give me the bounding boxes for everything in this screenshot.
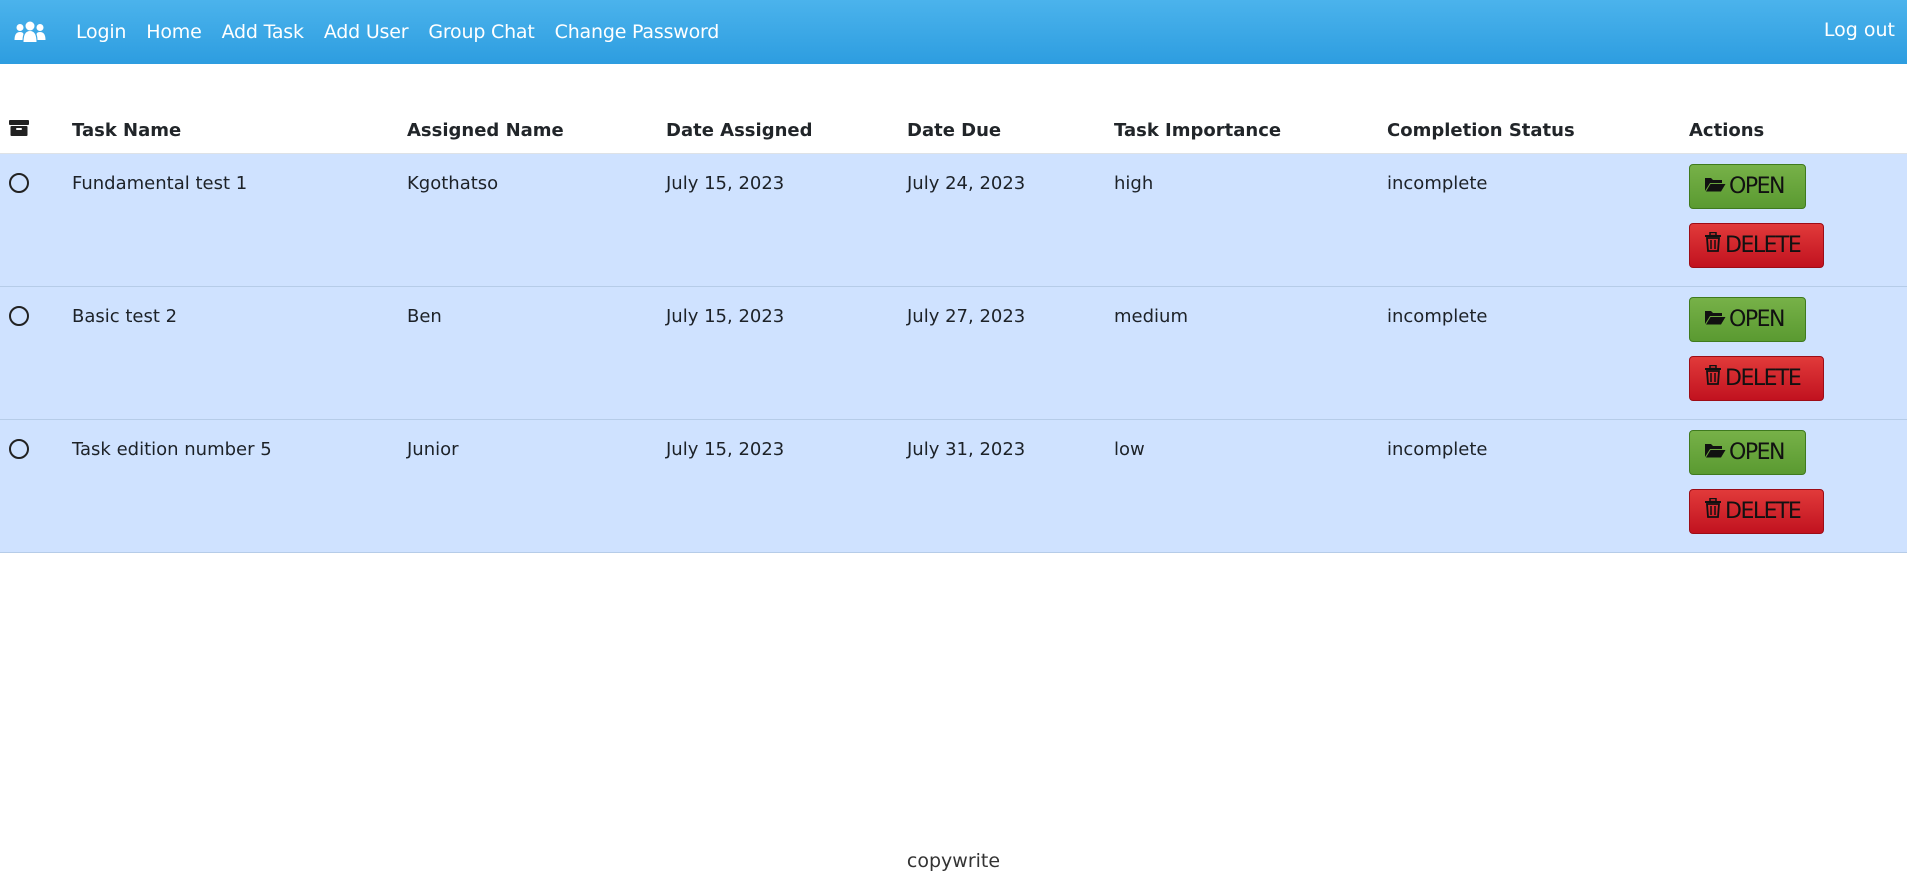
row-select-radio[interactable] [9, 172, 29, 193]
actions-cell: OPEN DELETE [1689, 419, 1907, 553]
delete-button-label: DELETE [1725, 232, 1802, 258]
trash-icon [1704, 497, 1725, 524]
header-assigned-name: Assigned Name [407, 108, 666, 154]
folder-open-icon [1704, 307, 1729, 332]
row-select-radio[interactable] [9, 438, 29, 459]
actions-cell: OPEN DELETE [1689, 286, 1907, 420]
date-due-cell: July 31, 2023 [907, 419, 1114, 553]
task-table: Task Name Assigned Name Date Assigned Da… [0, 108, 1907, 553]
date-assigned-cell: July 15, 2023 [666, 153, 907, 287]
assigned-name-cell: Kgothatso [407, 153, 666, 287]
row-select-radio[interactable] [9, 305, 29, 326]
header-actions: Actions [1689, 108, 1907, 154]
header-task-importance: Task Importance [1114, 108, 1387, 154]
nav-change-password[interactable]: Change Password [555, 21, 720, 43]
delete-button[interactable]: DELETE [1689, 222, 1824, 268]
nav-group-chat[interactable]: Group Chat [428, 21, 534, 43]
nav-add-user[interactable]: Add User [324, 21, 409, 43]
importance-cell: medium [1114, 286, 1387, 420]
status-cell: incomplete [1387, 419, 1689, 553]
task-name-cell: Basic test 2 [72, 286, 407, 420]
importance-cell: low [1114, 419, 1387, 553]
assigned-name-cell: Junior [407, 419, 666, 553]
task-name-cell: Fundamental test 1 [72, 153, 407, 287]
open-button-label: OPEN [1729, 306, 1785, 332]
delete-button[interactable]: DELETE [1689, 488, 1824, 534]
top-navbar: Login Home Add Task Add User Group Chat … [0, 0, 1907, 64]
trash-icon [1704, 231, 1725, 258]
nav-home[interactable]: Home [146, 21, 202, 43]
select-column-header [0, 108, 72, 154]
open-button[interactable]: OPEN [1689, 163, 1806, 209]
open-button[interactable]: OPEN [1689, 296, 1806, 342]
task-name-cell: Task edition number 5 [72, 419, 407, 553]
open-button-label: OPEN [1729, 439, 1785, 465]
logout-link[interactable]: Log out [1824, 19, 1895, 41]
delete-button-label: DELETE [1725, 365, 1802, 391]
header-date-assigned: Date Assigned [666, 108, 907, 154]
trash-icon [1704, 364, 1725, 391]
header-date-due: Date Due [907, 108, 1114, 154]
folder-open-icon [1704, 440, 1729, 465]
actions-cell: OPEN DELETE [1689, 153, 1907, 287]
assigned-name-cell: Ben [407, 286, 666, 420]
users-icon[interactable] [14, 19, 46, 45]
date-assigned-cell: July 15, 2023 [666, 419, 907, 553]
nav-login[interactable]: Login [76, 21, 126, 43]
folder-open-icon [1704, 174, 1729, 199]
date-assigned-cell: July 15, 2023 [666, 286, 907, 420]
header-task-name: Task Name [72, 108, 407, 154]
open-button-label: OPEN [1729, 173, 1785, 199]
delete-button-label: DELETE [1725, 498, 1802, 524]
nav-add-task[interactable]: Add Task [222, 21, 304, 43]
table-row: Basic test 2 Ben July 15, 2023 July 27, … [0, 286, 1907, 420]
table-row: Fundamental test 1 Kgothatso July 15, 20… [0, 153, 1907, 287]
importance-cell: high [1114, 153, 1387, 287]
table-header-row: Task Name Assigned Name Date Assigned Da… [0, 108, 1907, 154]
status-cell: incomplete [1387, 286, 1689, 420]
table-row: Task edition number 5 Junior July 15, 20… [0, 419, 1907, 553]
header-completion-status: Completion Status [1387, 108, 1689, 154]
footer-text: copywrite [906, 850, 1001, 872]
date-due-cell: July 27, 2023 [907, 286, 1114, 420]
archive-icon [9, 119, 29, 142]
open-button[interactable]: OPEN [1689, 429, 1806, 475]
date-due-cell: July 24, 2023 [907, 153, 1114, 287]
delete-button[interactable]: DELETE [1689, 355, 1824, 401]
status-cell: incomplete [1387, 153, 1689, 287]
